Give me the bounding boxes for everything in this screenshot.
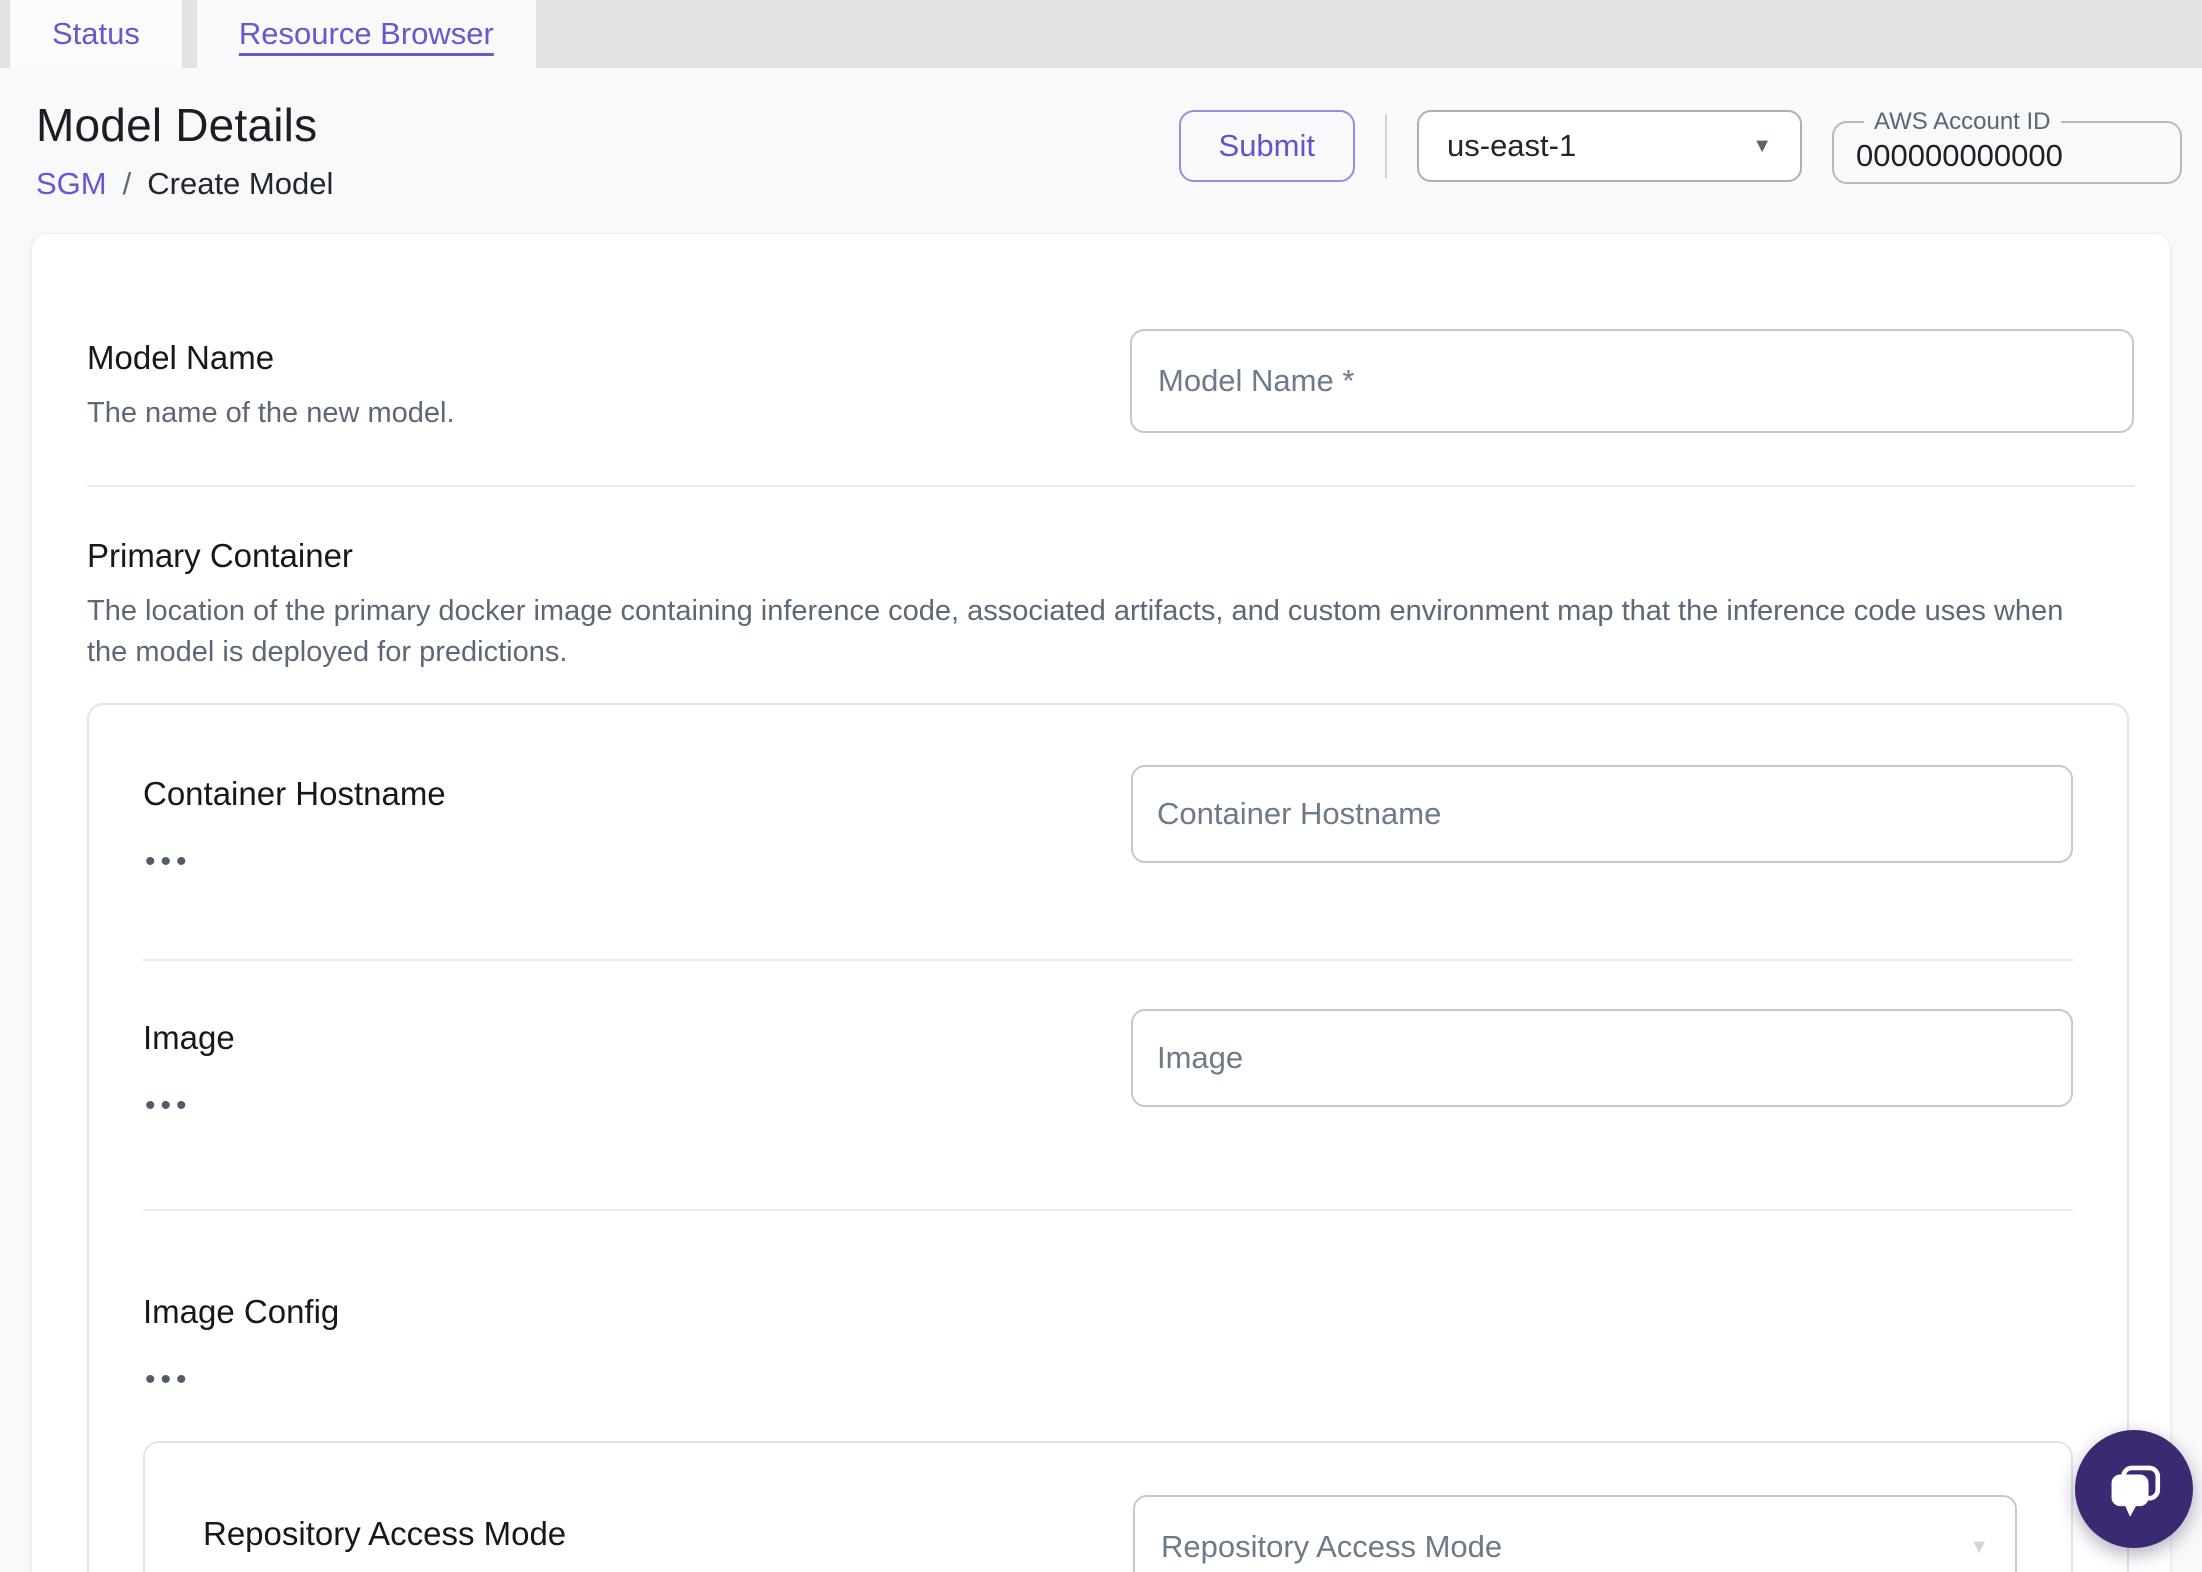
repository-access-mode-labels: Repository Access Mode Set this to one o… xyxy=(203,1495,1133,1572)
tab-status[interactable]: Status xyxy=(10,0,182,68)
primary-container-section: Primary Container The location of the pr… xyxy=(32,487,2170,673)
tab-status-label: Status xyxy=(52,16,140,51)
image-config-label: Image Config xyxy=(143,1293,340,1331)
breadcrumb: SGM / Create Model xyxy=(36,166,333,202)
container-hostname-input[interactable] xyxy=(1131,765,2073,864)
more-options-icon[interactable]: ••• xyxy=(143,1359,194,1401)
repository-access-mode-label: Repository Access Mode xyxy=(203,1515,567,1553)
model-details-card: Model Name The name of the new model. Pr… xyxy=(31,233,2171,1572)
page-header: Model Details SGM / Create Model Submit … xyxy=(0,68,2202,233)
aws-account-id-input[interactable] xyxy=(1856,138,2156,174)
image-config-card: Repository Access Mode Set this to one o… xyxy=(143,1441,2073,1572)
image-config-row: Image Config ••• xyxy=(143,1211,2073,1401)
tab-bar: Status Resource Browser xyxy=(0,0,2202,68)
region-select[interactable]: us-east-1 ▼ xyxy=(1417,110,1802,182)
container-hostname-label: Container Hostname xyxy=(143,775,446,813)
repository-access-mode-select[interactable]: Repository Access Mode ▼ xyxy=(1133,1495,2017,1572)
image-row: Image ••• xyxy=(143,961,2073,1127)
chevron-down-icon: ▼ xyxy=(1969,1535,1989,1558)
repository-access-mode-placeholder: Repository Access Mode xyxy=(1161,1529,1503,1565)
chat-bubbles-icon xyxy=(2111,1465,2161,1517)
aws-account-id-fieldset: AWS Account ID xyxy=(1832,108,2182,184)
header-controls: Submit us-east-1 ▼ AWS Account ID xyxy=(1178,108,2182,184)
container-hostname-labels: Container Hostname ••• xyxy=(143,765,446,883)
model-name-labels: Model Name The name of the new model. xyxy=(87,329,455,430)
aws-account-id-label: AWS Account ID xyxy=(1874,108,2051,135)
image-labels: Image ••• xyxy=(143,1009,235,1127)
model-name-description: The name of the new model. xyxy=(87,397,455,429)
region-select-value: us-east-1 xyxy=(1447,128,1577,163)
more-options-icon[interactable]: ••• xyxy=(143,1085,194,1127)
primary-container-card: Container Hostname ••• Image ••• Image C… xyxy=(87,703,2129,1572)
breadcrumb-current: Create Model xyxy=(147,166,334,201)
container-hostname-row: Container Hostname ••• xyxy=(143,705,2073,883)
image-config-labels: Image Config ••• xyxy=(143,1283,339,1401)
breadcrumb-separator: / xyxy=(122,166,132,201)
header-divider xyxy=(1385,114,1387,178)
submit-button[interactable]: Submit xyxy=(1178,110,1355,182)
page-title: Model Details xyxy=(36,99,318,151)
chevron-down-icon: ▼ xyxy=(1752,134,1772,157)
breadcrumb-link-sgm[interactable]: SGM xyxy=(36,166,107,202)
image-label: Image xyxy=(143,1019,235,1057)
model-name-row: Model Name The name of the new model. xyxy=(32,234,2170,433)
chat-widget-button[interactable] xyxy=(2075,1430,2193,1548)
tab-resource-browser[interactable]: Resource Browser xyxy=(196,0,536,68)
title-block: Model Details SGM / Create Model xyxy=(36,98,333,202)
more-options-icon[interactable]: ••• xyxy=(143,841,194,883)
model-name-input[interactable] xyxy=(1130,329,2134,433)
primary-container-label: Primary Container xyxy=(87,537,353,574)
primary-container-description: The location of the primary docker image… xyxy=(87,595,2064,669)
tab-resource-browser-label: Resource Browser xyxy=(238,16,494,51)
model-name-label: Model Name xyxy=(87,339,275,376)
image-input[interactable] xyxy=(1131,1009,2073,1108)
